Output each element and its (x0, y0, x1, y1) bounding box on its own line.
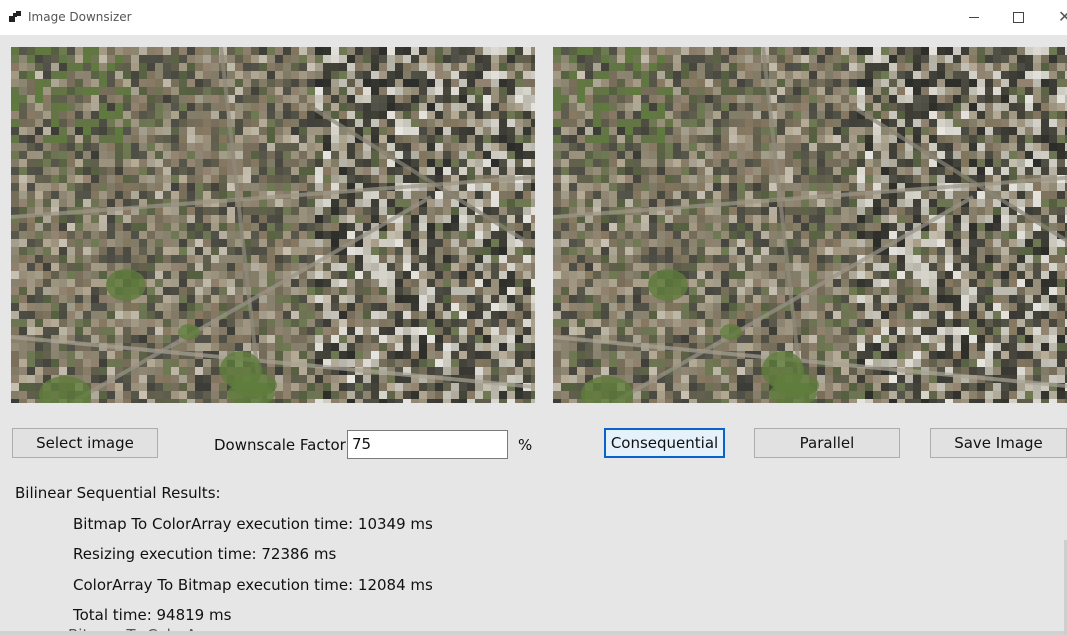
close-icon: ✕ (1058, 7, 1067, 26)
percent-label: % (518, 436, 533, 454)
title-bar[interactable]: Image Downsizer ✕ (0, 0, 1067, 35)
aerial-city-image (11, 47, 535, 403)
save-image-button[interactable]: Save Image (930, 428, 1067, 458)
downscale-factor-input[interactable]: 75 (347, 430, 508, 459)
maximize-button[interactable] (996, 0, 1042, 35)
downscale-factor-label: Downscale Factor (214, 436, 346, 454)
results-border (0, 631, 1067, 635)
result-line: ColorArray To Bitmap execution time: 120… (73, 576, 433, 594)
result-line: Bitmap To ColorArray execution time: 103… (73, 515, 433, 533)
select-image-button[interactable]: Select image (12, 428, 158, 458)
minimize-icon (969, 17, 979, 18)
results-heading: Bilinear Sequential Results: (15, 484, 221, 502)
maximize-icon (1013, 12, 1024, 23)
original-image-box (11, 47, 535, 403)
close-button[interactable]: ✕ (1042, 0, 1067, 35)
window-title: Image Downsizer (28, 10, 132, 24)
app-icon (9, 11, 21, 23)
minimize-button[interactable] (950, 0, 996, 35)
consequential-button[interactable]: Consequential (604, 428, 725, 458)
result-line: Resizing execution time: 72386 ms (73, 545, 337, 563)
aerial-city-image (553, 47, 1067, 403)
result-line: Total time: 94819 ms (73, 606, 232, 624)
parallel-button[interactable]: Parallel (754, 428, 900, 458)
resized-image-box (553, 47, 1067, 403)
